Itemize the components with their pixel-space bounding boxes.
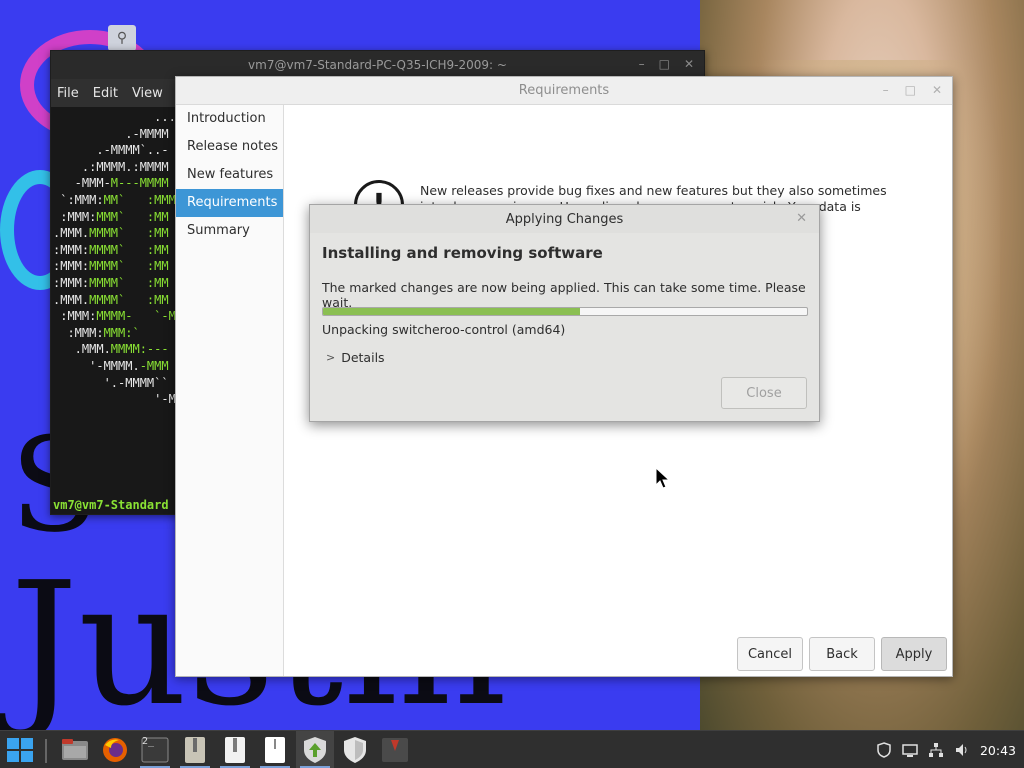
firefox-launcher[interactable] xyxy=(96,731,134,768)
file-manager-launcher[interactable] xyxy=(56,731,94,768)
update-shield-icon xyxy=(304,737,326,763)
close-icon[interactable]: ✕ xyxy=(796,211,807,226)
text-file-task[interactable] xyxy=(256,731,294,768)
mouse-cursor-icon xyxy=(655,467,671,489)
progress-status: Unpacking switcheroo-control (amd64) xyxy=(322,322,566,337)
close-button[interactable]: Close xyxy=(721,377,807,409)
terminal-prompt: vm7@vm7-Standard xyxy=(53,498,169,512)
archive-icon xyxy=(185,737,205,763)
shield-tray-icon[interactable] xyxy=(876,742,892,758)
sidebar-item-release-notes[interactable]: Release notes xyxy=(176,133,283,161)
details-expander[interactable]: > Details xyxy=(326,350,385,365)
sidebar-item-introduction[interactable]: Introduction xyxy=(176,105,283,133)
minimize-icon[interactable]: – xyxy=(883,83,889,97)
archive-task[interactable] xyxy=(176,731,214,768)
cancel-button[interactable]: Cancel xyxy=(737,637,803,671)
requirements-titlebar[interactable]: Requirements – □ ✕ xyxy=(176,77,952,105)
wizard-buttons: Cancel Back Apply xyxy=(737,637,947,671)
terminal-titlebar[interactable]: vm7@vm7-Standard-PC-Q35-ICH9-2009: ~ – □… xyxy=(51,51,704,79)
menu-view[interactable]: View xyxy=(132,86,163,101)
sidebar-item-new-features[interactable]: New features xyxy=(176,161,283,189)
window-title: Requirements xyxy=(518,83,610,98)
chevron-right-icon: > xyxy=(326,351,336,364)
taskbar-separator xyxy=(45,739,47,763)
archive-task-2[interactable] xyxy=(216,731,254,768)
menu-file[interactable]: File xyxy=(57,86,79,101)
application-icon xyxy=(382,738,408,762)
network-icon[interactable] xyxy=(928,742,944,758)
terminal-title: vm7@vm7-Standard-PC-Q35-ICH9-2009: ~ xyxy=(248,58,507,72)
update-manager-task[interactable] xyxy=(296,731,334,768)
taskbar: 2_ 20:43 xyxy=(0,730,1024,768)
minimize-icon[interactable]: – xyxy=(639,57,645,71)
close-icon[interactable]: ✕ xyxy=(684,57,694,71)
system-tray: 20:43 xyxy=(876,731,1024,768)
progress-bar xyxy=(322,307,808,316)
dialog-message: The marked changes are now being applied… xyxy=(322,280,806,310)
display-icon[interactable] xyxy=(902,742,918,758)
clock[interactable]: 20:43 xyxy=(980,743,1016,758)
app-launcher-red[interactable] xyxy=(376,731,414,768)
menu-edit[interactable]: Edit xyxy=(93,86,118,101)
firefox-icon xyxy=(103,738,127,762)
maximize-icon[interactable]: □ xyxy=(659,57,670,71)
terminal-task[interactable]: 2_ xyxy=(136,731,174,768)
dialog-titlebar[interactable]: Applying Changes ✕ xyxy=(310,205,819,233)
volume-icon[interactable] xyxy=(954,742,970,758)
windows-logo-icon xyxy=(7,738,33,762)
terminal-badge: 2_ xyxy=(142,736,155,747)
document-icon xyxy=(265,737,285,763)
security-launcher[interactable] xyxy=(336,731,374,768)
start-menu-button[interactable] xyxy=(0,731,40,768)
apply-button[interactable]: Apply xyxy=(881,637,947,671)
zip-file-icon xyxy=(225,737,245,763)
dialog-heading: Installing and removing software xyxy=(322,244,603,262)
applying-changes-dialog[interactable]: Applying Changes ✕ Installing and removi… xyxy=(309,204,820,422)
shield-icon xyxy=(344,737,366,763)
back-button[interactable]: Back xyxy=(809,637,875,671)
folder-icon xyxy=(62,739,88,760)
maximize-icon[interactable]: □ xyxy=(905,83,916,97)
dialog-title: Applying Changes xyxy=(505,211,624,227)
sidebar-item-requirements[interactable]: Requirements xyxy=(176,189,283,217)
step-sidebar: Introduction Release notes New features … xyxy=(176,105,284,676)
details-label: Details xyxy=(341,350,385,365)
usb-drive-icon[interactable]: ⚲ xyxy=(108,25,136,51)
progress-bar-fill xyxy=(323,308,580,315)
close-icon[interactable]: ✕ xyxy=(932,83,942,97)
sidebar-item-summary[interactable]: Summary xyxy=(176,217,283,245)
